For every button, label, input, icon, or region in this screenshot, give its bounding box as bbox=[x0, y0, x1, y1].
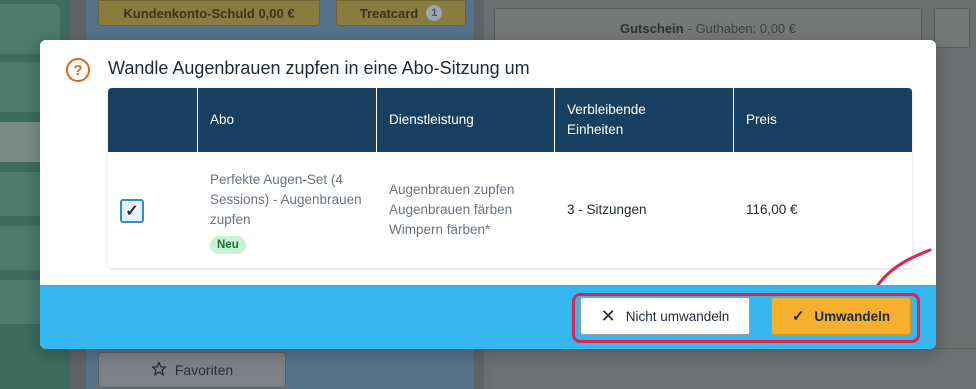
header-select bbox=[108, 88, 198, 152]
kundenkonto-label: Kundenkonto-Schuld 0,00 € bbox=[123, 5, 295, 21]
header-einheiten: Verbleibende Einheiten bbox=[555, 88, 734, 152]
check-icon: ✓ bbox=[791, 307, 805, 325]
favoriten-button[interactable]: Favoriten bbox=[98, 352, 286, 388]
abo-name: Perfekte Augen-Set (4 Sessions) - Augenb… bbox=[210, 172, 362, 227]
treatcard-label: Treatcard bbox=[359, 5, 419, 21]
table-header: Abo Dienstleistung Verbleibende Einheite… bbox=[108, 88, 912, 152]
cancel-button[interactable]: ✕ Nicht umwandeln bbox=[580, 297, 750, 335]
dienstleistung-cell: Augenbrauen zupfen Augenbrauen färben Wi… bbox=[377, 152, 555, 268]
service-item: Augenbrauen zupfen bbox=[389, 182, 515, 197]
table-row[interactable]: ✓ Perfekte Augen-Set (4 Sessions) - Auge… bbox=[108, 152, 912, 268]
abo-cell: Perfekte Augen-Set (4 Sessions) - Augenb… bbox=[198, 152, 377, 268]
checkmark-icon: ✓ bbox=[125, 203, 139, 220]
close-icon: ✕ bbox=[600, 306, 616, 326]
select-checkbox[interactable]: ✓ bbox=[120, 199, 144, 223]
dialog-title: Wandle Augenbrauen zupfen in eine Abo-Si… bbox=[108, 58, 530, 78]
gutschein-label: Gutschein bbox=[620, 20, 684, 36]
treatcard-count-badge: 1 bbox=[426, 5, 443, 21]
convert-button[interactable]: ✓ Umwandeln bbox=[771, 297, 911, 335]
abo-table: Abo Dienstleistung Verbleibende Einheite… bbox=[108, 88, 912, 268]
header-dienstleistung: Dienstleistung bbox=[377, 88, 555, 152]
dialog-header: ? Wandle Augenbrauen zupfen in eine Abo-… bbox=[40, 40, 936, 88]
dialog-footer: ✕ Nicht umwandeln ✓ Umwandeln bbox=[40, 285, 936, 349]
header-preis: Preis bbox=[746, 112, 777, 127]
bottom-right-panel bbox=[494, 348, 976, 389]
question-circle-icon: ? bbox=[66, 58, 90, 82]
treatcard-button[interactable]: Treatcard 1 bbox=[336, 0, 466, 26]
service-item: Augenbrauen färben bbox=[389, 202, 513, 217]
new-badge: Neu bbox=[210, 236, 246, 254]
cancel-label: Nicht umwandeln bbox=[625, 308, 730, 324]
service-item: Wimpern färben* bbox=[389, 222, 491, 237]
side-button[interactable] bbox=[934, 8, 970, 48]
einheiten-cell: 3 - Sitzungen bbox=[567, 202, 647, 217]
favoriten-label: Favoriten bbox=[174, 362, 234, 378]
convert-dialog: ? Wandle Augenbrauen zupfen in eine Abo-… bbox=[40, 40, 936, 349]
star-icon bbox=[151, 361, 167, 380]
header-abo: Abo bbox=[198, 88, 377, 152]
kundenkonto-button[interactable]: Kundenkonto-Schuld 0,00 € bbox=[98, 0, 320, 26]
convert-label: Umwandeln bbox=[814, 308, 891, 324]
gutschein-balance: - Guthaben: 0,00 € bbox=[687, 20, 796, 36]
